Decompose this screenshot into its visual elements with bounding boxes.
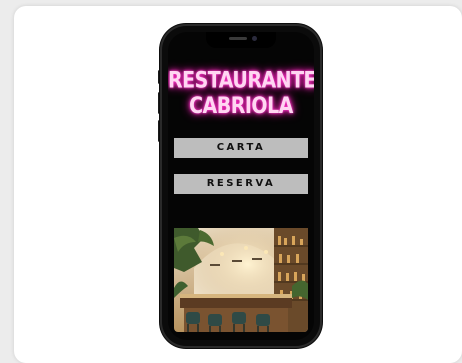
mute-switch <box>158 70 161 84</box>
carta-button[interactable]: CARTA <box>174 138 308 158</box>
reserva-button[interactable]: RESERVA <box>174 174 308 194</box>
phone-screen: RESTAURANTE CABRIOLA CARTA RESERVA <box>168 32 314 340</box>
restaurant-interior-illustration <box>174 228 308 332</box>
title-line-2: CABRIOLA <box>189 93 293 119</box>
volume-down-button <box>158 120 161 142</box>
phone-mockup: RESTAURANTE CABRIOLA CARTA RESERVA <box>162 26 320 346</box>
speaker-grille <box>229 37 247 40</box>
restaurant-title: RESTAURANTE CABRIOLA <box>168 68 314 119</box>
volume-up-button <box>158 92 161 114</box>
title-line-1: RESTAURANTE <box>168 68 314 94</box>
phone-notch <box>206 32 276 48</box>
restaurant-interior-photo <box>174 228 308 332</box>
front-camera-icon <box>252 36 257 41</box>
